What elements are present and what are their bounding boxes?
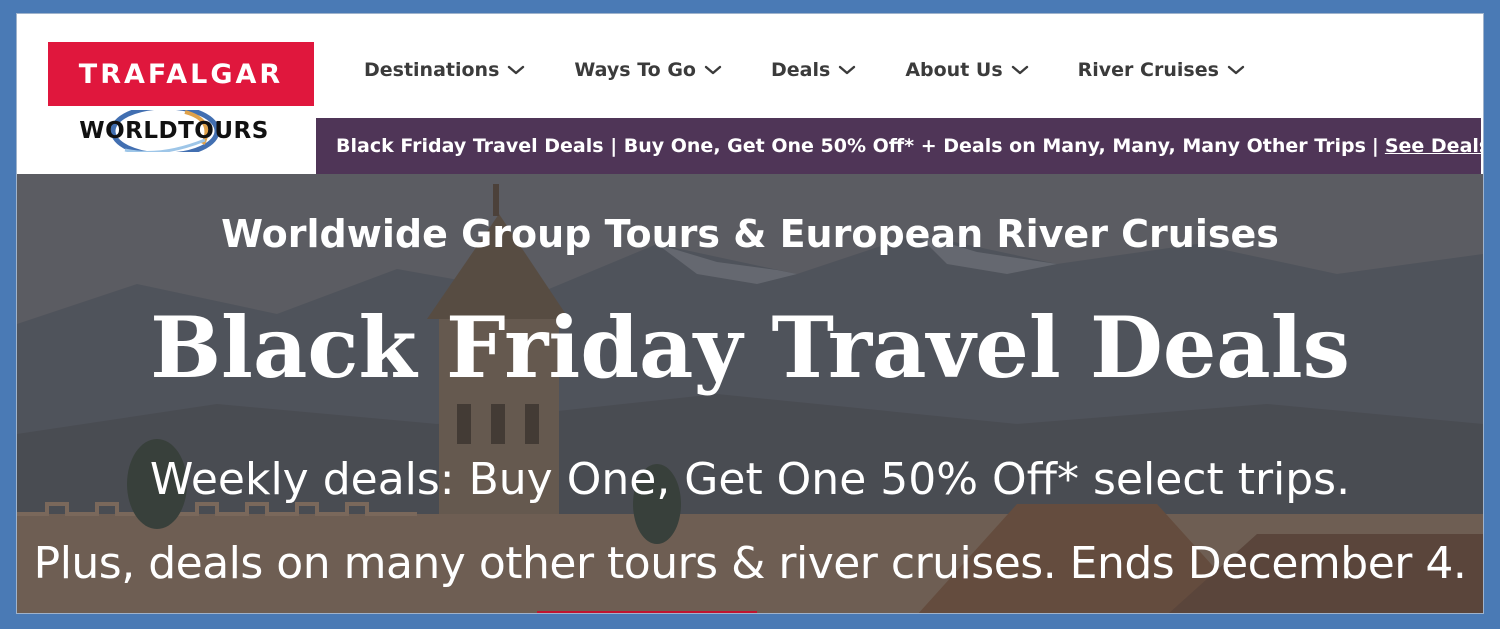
promo-separator: | bbox=[1371, 135, 1379, 157]
nav-deals[interactable]: Deals bbox=[771, 59, 856, 81]
browser-viewport: TRAFALGAR WORLDTOURS Destinations Ways T… bbox=[16, 13, 1484, 614]
hero-banner: Worldwide Group Tours & European River C… bbox=[17, 174, 1483, 613]
hero-details-line: Plus, deals on many other tours & river … bbox=[33, 538, 1467, 589]
worldtours-logo[interactable]: WORLDTOURS bbox=[65, 110, 283, 152]
nav-about-us[interactable]: About Us bbox=[905, 59, 1028, 81]
chevron-down-icon bbox=[1227, 64, 1245, 76]
chevron-down-icon bbox=[838, 64, 856, 76]
hero-subtitle: Worldwide Group Tours & European River C… bbox=[221, 212, 1279, 256]
chevron-down-icon bbox=[1011, 64, 1029, 76]
see-deals-link[interactable]: See Deals >> bbox=[1385, 135, 1483, 157]
nav-label: Deals bbox=[771, 59, 831, 81]
chevron-down-icon bbox=[704, 64, 722, 76]
trafalgar-logo-text: TRAFALGAR bbox=[78, 58, 284, 90]
promo-text: Black Friday Travel Deals | Buy One, Get… bbox=[336, 135, 1366, 157]
nav-destinations[interactable]: Destinations bbox=[364, 59, 525, 81]
hero-offer-line: Weekly deals: Buy One, Get One 50% Off* … bbox=[149, 454, 1351, 505]
hero-title: Black Friday Travel Deals bbox=[150, 298, 1350, 397]
nav-ways-to-go[interactable]: Ways To Go bbox=[574, 59, 722, 81]
nav-label: Ways To Go bbox=[574, 59, 696, 81]
worldtours-logo-text: WORLDTOURS bbox=[79, 118, 269, 144]
promo-banner: Black Friday Travel Deals | Buy One, Get… bbox=[316, 118, 1483, 174]
main-nav: Destinations Ways To Go Deals About Us R… bbox=[364, 59, 1294, 81]
hero-cta-tab[interactable] bbox=[537, 611, 757, 613]
trafalgar-logo[interactable]: TRAFALGAR bbox=[48, 42, 314, 106]
nav-label: Destinations bbox=[364, 59, 500, 81]
nav-river-cruises[interactable]: River Cruises bbox=[1078, 59, 1245, 81]
chevron-down-icon bbox=[507, 64, 525, 76]
nav-label: River Cruises bbox=[1077, 59, 1219, 81]
nav-label: About Us bbox=[905, 59, 1003, 81]
